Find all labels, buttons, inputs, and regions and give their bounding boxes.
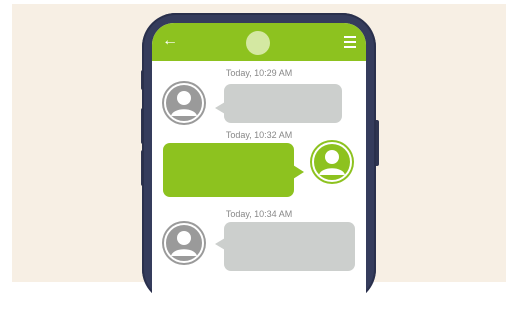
user-icon [312, 142, 352, 182]
message-timestamp: Today, 10:34 AM [225, 209, 293, 219]
user-icon [164, 83, 204, 123]
sent-message-bubble [163, 143, 304, 197]
hamburger-menu-icon[interactable] [344, 36, 356, 48]
contact-avatar [162, 221, 206, 265]
chat-header: ← [152, 23, 366, 61]
arrow-left-icon[interactable]: ← [162, 32, 178, 50]
contact-avatar [162, 81, 206, 125]
chat-screen: ← Today, 10:29 AM Today, 10:32 AM Today,… [152, 23, 366, 323]
received-message-bubble [215, 84, 342, 123]
user-icon [164, 223, 204, 263]
received-message-bubble [215, 222, 355, 271]
user-avatar [310, 140, 354, 184]
camera-dot [246, 31, 270, 55]
message-timestamp: Today, 10:32 AM [225, 130, 293, 140]
message-timestamp: Today, 10:29 AM [225, 68, 293, 78]
phone-frame: ← Today, 10:29 AM Today, 10:32 AM Today,… [142, 13, 376, 323]
